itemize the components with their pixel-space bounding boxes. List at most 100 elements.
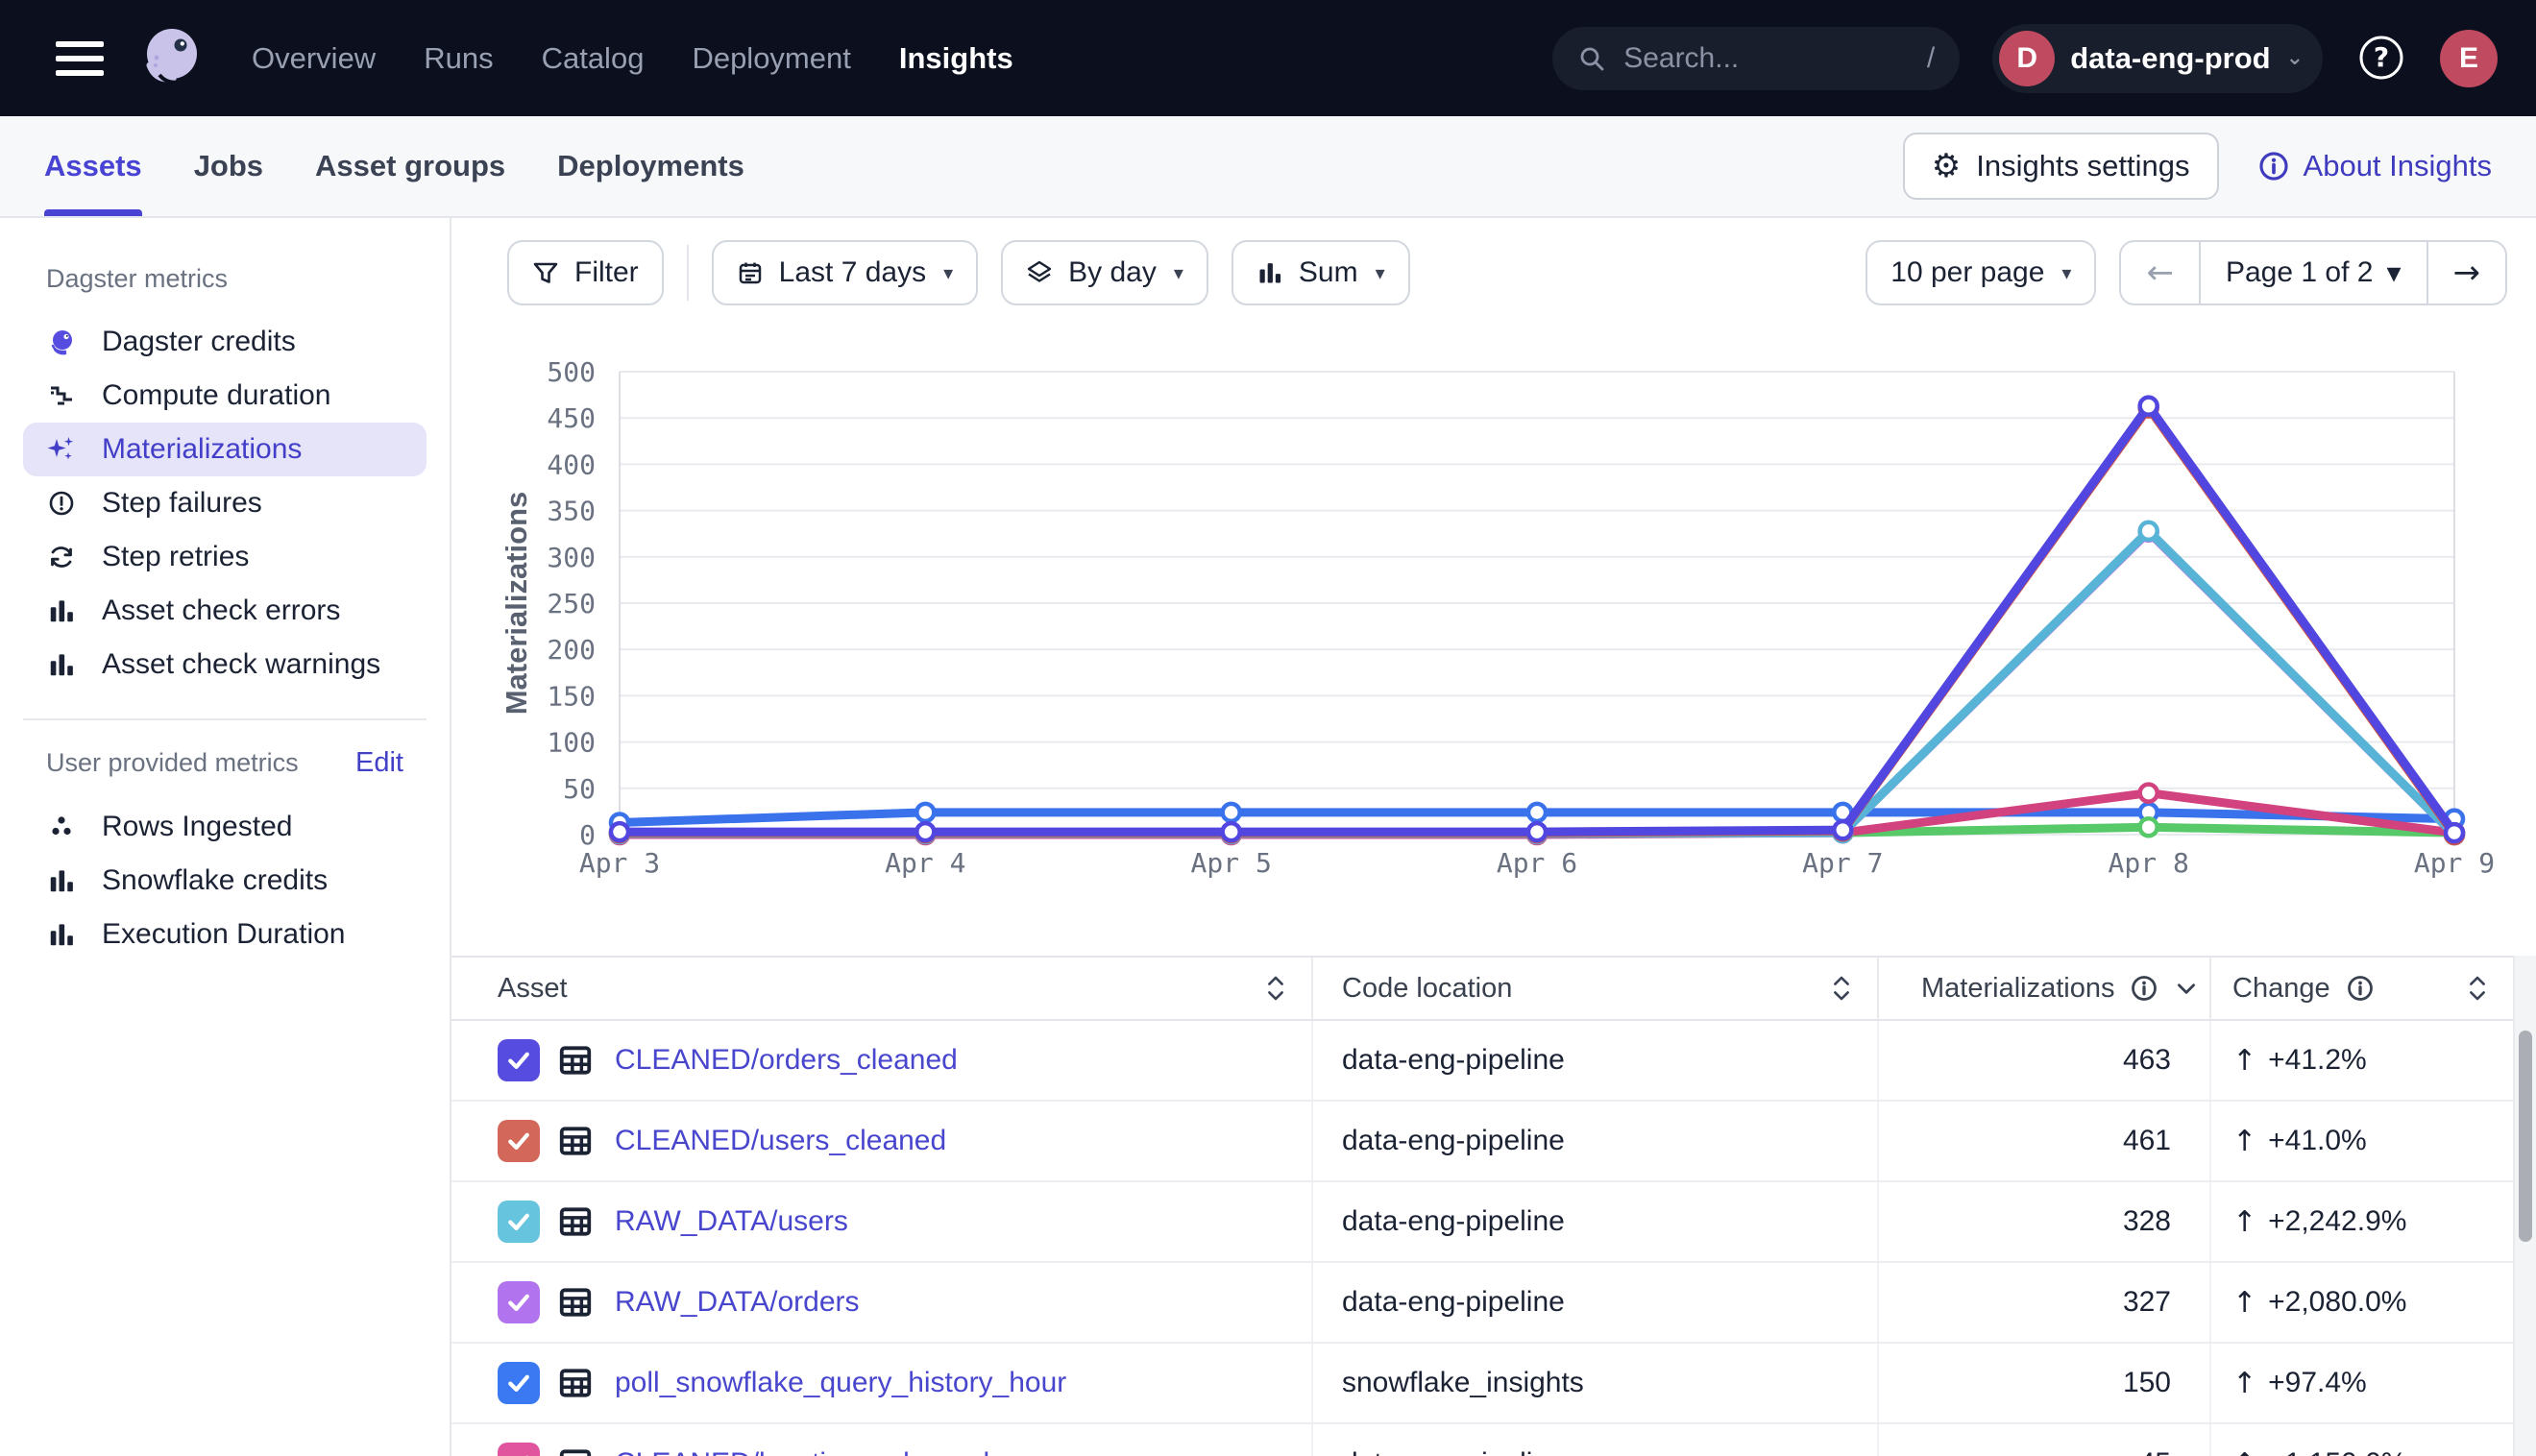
- sidebar-item-execution-duration[interactable]: Execution Duration: [23, 908, 427, 961]
- prev-page-button[interactable]: ←: [2121, 242, 2199, 303]
- org-switcher[interactable]: D data-eng-prod ⌄: [1992, 24, 2323, 93]
- user-avatar[interactable]: E: [2440, 30, 2498, 87]
- row-checkbox[interactable]: [498, 1039, 540, 1081]
- row-checkbox[interactable]: [498, 1443, 540, 1456]
- up-arrow-icon: ↑: [2232, 1367, 2256, 1400]
- materializations-cell: 461: [1877, 1102, 2209, 1180]
- next-page-button[interactable]: →: [2428, 242, 2506, 303]
- sidebar-item-label: Step failures: [102, 487, 262, 520]
- change-cell: ↑ +97.4%: [2209, 1344, 2513, 1422]
- sidebar-item-asset-check-warnings[interactable]: Asset check warnings: [23, 638, 427, 692]
- sub-nav-tabs: Assets Jobs Asset groups Deployments: [44, 116, 744, 216]
- tab-jobs[interactable]: Jobs: [194, 116, 263, 216]
- group-by-dropdown[interactable]: By day ▾: [1001, 240, 1208, 305]
- about-insights-label: About Insights: [2304, 149, 2492, 183]
- table-grid-icon: [557, 1284, 594, 1321]
- filter-icon: [532, 259, 559, 286]
- search-input[interactable]: Search... /: [1552, 27, 1960, 90]
- up-arrow-icon: ↑: [2232, 1205, 2256, 1239]
- sidebar-item-label: Compute duration: [102, 379, 330, 412]
- row-checkbox[interactable]: [498, 1201, 540, 1243]
- materializations-cell: 327: [1877, 1263, 2209, 1342]
- filter-button[interactable]: Filter: [507, 240, 664, 305]
- bar-chart-icon: [1256, 259, 1283, 286]
- materializations-cell: 328: [1877, 1182, 2209, 1261]
- tab-deployments[interactable]: Deployments: [557, 116, 744, 216]
- asset-link[interactable]: CLEANED/locations_cleaned: [615, 1447, 989, 1456]
- nav-link-insights[interactable]: Insights: [899, 41, 1013, 76]
- sidebar-item-label: Step retries: [102, 541, 249, 573]
- sidebar-item-dagster-credits[interactable]: Dagster credits: [23, 315, 427, 369]
- sidebar-item-asset-check-errors[interactable]: Asset check errors: [23, 584, 427, 638]
- sub-nav: Assets Jobs Asset groups Deployments ⚙ I…: [0, 116, 2536, 218]
- chart-toolbar: Filter Last 7 days ▾: [451, 240, 2536, 305]
- sparkles-icon: [46, 434, 77, 465]
- bar-chart-icon: [46, 920, 77, 949]
- main-panel: Filter Last 7 days ▾: [451, 218, 2536, 1456]
- sidebar-item-step-failures[interactable]: Step failures: [23, 476, 427, 530]
- sidebar-item-label: Dagster credits: [102, 326, 296, 358]
- code-location-cell: data-eng-pipeline: [1311, 1102, 1877, 1180]
- dots-icon: [46, 813, 77, 841]
- bar-chart-icon: [46, 866, 77, 895]
- info-icon: [2257, 150, 2290, 182]
- column-header-change[interactable]: Change: [2209, 958, 2513, 1019]
- info-icon: [2130, 974, 2158, 1003]
- svg-text:Apr 3: Apr 3: [579, 847, 660, 879]
- nav-link-runs[interactable]: Runs: [424, 41, 493, 76]
- chevron-down-icon: ▾: [1174, 261, 1183, 284]
- sort-icon[interactable]: [2467, 974, 2488, 1003]
- row-checkbox[interactable]: [498, 1281, 540, 1323]
- sidebar-item-compute-duration[interactable]: Compute duration: [23, 369, 427, 423]
- hamburger-menu-icon[interactable]: [56, 41, 104, 76]
- edit-metrics-link[interactable]: Edit: [355, 747, 403, 779]
- sort-icon[interactable]: [1265, 974, 1286, 1003]
- column-header-asset[interactable]: Asset: [451, 958, 1311, 1019]
- dagster-logo-icon[interactable]: [131, 19, 209, 98]
- sidebar-item-materializations[interactable]: Materializations: [23, 423, 427, 476]
- svg-text:300: 300: [547, 542, 596, 573]
- asset-link[interactable]: poll_snowflake_query_history_hour: [615, 1367, 1066, 1399]
- table-row: CLEANED/orders_cleaned data-eng-pipeline…: [451, 1021, 2513, 1102]
- change-cell: ↑ +41.2%: [2209, 1021, 2513, 1100]
- nav-link-catalog[interactable]: Catalog: [542, 41, 645, 76]
- aggregation-dropdown[interactable]: Sum ▾: [1231, 240, 1410, 305]
- org-avatar: D: [1999, 31, 2055, 86]
- table-header: Asset Code location Materializations Cha…: [451, 958, 2513, 1021]
- top-nav-right: Search... / D data-eng-prod ⌄ ? E: [1552, 24, 2498, 93]
- retry-icon: [46, 543, 77, 571]
- tab-assets[interactable]: Assets: [44, 116, 142, 216]
- sidebar-item-rows-ingested[interactable]: Rows Ingested: [23, 800, 427, 854]
- sort-icon[interactable]: [1831, 974, 1852, 1003]
- row-checkbox[interactable]: [498, 1120, 540, 1162]
- table-scrollbar-thumb[interactable]: [2519, 1031, 2532, 1242]
- svg-text:250: 250: [547, 588, 596, 619]
- about-insights-link[interactable]: About Insights: [2257, 149, 2492, 183]
- column-header-materializations[interactable]: Materializations: [1877, 958, 2209, 1019]
- column-header-code-location[interactable]: Code location: [1311, 958, 1877, 1019]
- asset-link[interactable]: RAW_DATA/users: [615, 1205, 848, 1238]
- tab-asset-groups[interactable]: Asset groups: [315, 116, 505, 216]
- sidebar-item-step-retries[interactable]: Step retries: [23, 530, 427, 584]
- asset-link[interactable]: CLEANED/users_cleaned: [615, 1125, 946, 1157]
- sidebar-item-label: Asset check warnings: [102, 648, 380, 681]
- up-arrow-icon: ↑: [2232, 1286, 2256, 1320]
- page-selector-dropdown[interactable]: Page 1 of 2 ▾: [2199, 242, 2428, 303]
- svg-text:50: 50: [563, 773, 596, 805]
- materializations-line-chart: 050100150200250300350400450500Apr 3Apr 4…: [451, 355, 2536, 912]
- insights-settings-button[interactable]: ⚙ Insights settings: [1903, 133, 2219, 200]
- help-button[interactable]: ?: [2355, 33, 2407, 85]
- nav-link-deployment[interactable]: Deployment: [692, 41, 850, 76]
- nav-link-overview[interactable]: Overview: [252, 41, 376, 76]
- sidebar-item-snowflake-credits[interactable]: Snowflake credits: [23, 854, 427, 908]
- date-range-label: Last 7 days: [779, 256, 926, 289]
- search-placeholder: Search...: [1623, 42, 1739, 75]
- asset-link[interactable]: RAW_DATA/orders: [615, 1286, 860, 1319]
- per-page-dropdown[interactable]: 10 per page ▾: [1865, 240, 2096, 305]
- asset-link[interactable]: CLEANED/orders_cleaned: [615, 1044, 958, 1077]
- dagster-credits-icon: [46, 328, 77, 356]
- table-scrollbar-track[interactable]: [2513, 956, 2536, 1456]
- row-checkbox[interactable]: [498, 1362, 540, 1404]
- chevron-down-icon: ▾: [2386, 256, 2401, 290]
- date-range-dropdown[interactable]: Last 7 days ▾: [712, 240, 978, 305]
